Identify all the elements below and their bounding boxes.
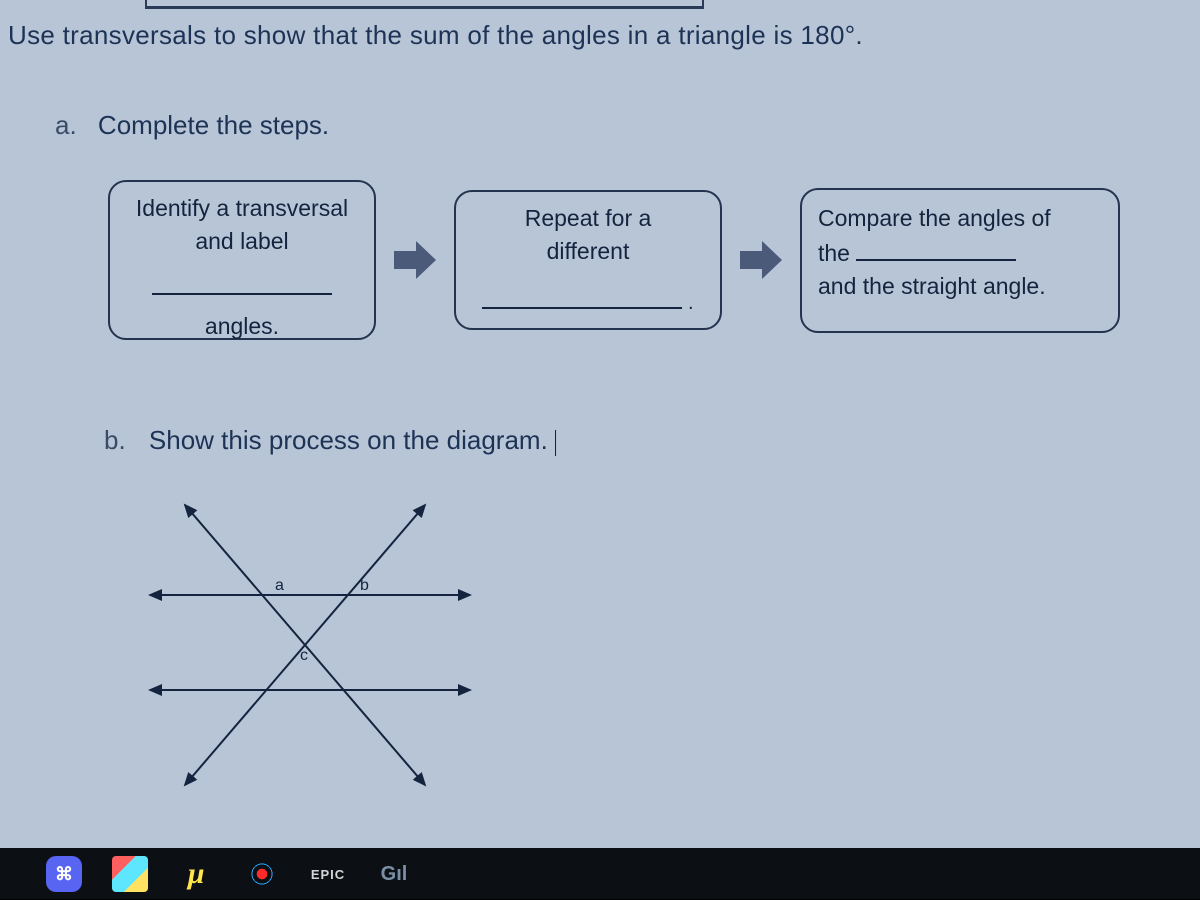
diagram-svg: a b c xyxy=(135,490,495,800)
step-box-1: Identify a transversal and label angles. xyxy=(108,180,376,340)
step3-blank[interactable] xyxy=(856,235,1016,261)
step3-line2: the xyxy=(818,235,1102,270)
diagram-label-c: c xyxy=(300,647,308,664)
header-rule-fragment xyxy=(145,0,704,9)
taskbar-app-gil-icon[interactable]: Gıl xyxy=(376,856,412,892)
step1-blank-line[interactable] xyxy=(124,269,360,304)
worksheet-page: Use transversals to show that the sum of… xyxy=(0,0,1200,900)
discord-glyph: ⌘ xyxy=(55,864,73,885)
step-box-3: Compare the angles of the and the straig… xyxy=(800,188,1120,333)
step2-line1: Repeat for a xyxy=(470,202,706,235)
step1-line1: Identify a transversal xyxy=(124,192,360,225)
taskbar-app-snip-icon[interactable] xyxy=(112,856,148,892)
os-taskbar[interactable]: ⌘ µ EPIC Gıl xyxy=(0,848,1200,900)
text-cursor-icon: ︳ xyxy=(555,424,581,461)
step3-line3: and the straight angle. xyxy=(818,270,1102,303)
transversal-diagram[interactable]: a b c xyxy=(135,490,495,800)
step3-line1: Compare the angles of xyxy=(818,202,1102,235)
steps-row: Identify a transversal and label angles.… xyxy=(108,180,1120,340)
step3-the: the xyxy=(818,240,850,266)
part-b-prompt: b. Show this process on the diagram. ︳ xyxy=(104,420,581,457)
taskbar-app-mu-icon[interactable]: µ xyxy=(178,856,214,892)
diagram-label-a: a xyxy=(275,577,284,594)
step1-line3: angles. xyxy=(124,310,360,343)
mu-glyph: µ xyxy=(187,857,204,891)
arrow-icon xyxy=(394,241,436,279)
taskbar-app-discord-icon[interactable]: ⌘ xyxy=(46,856,82,892)
disc-glyph xyxy=(245,857,279,891)
spacer xyxy=(124,259,360,269)
part-a-letter: a. xyxy=(55,110,77,140)
part-b-text: Show this process on the diagram. xyxy=(149,425,548,455)
step2-blank-line[interactable]: . xyxy=(470,283,706,318)
epic-label: EPIC xyxy=(311,867,345,882)
arrow-icon xyxy=(740,241,782,279)
part-a-prompt: a. Complete the steps. xyxy=(55,110,329,141)
step2-line2: different xyxy=(470,235,706,268)
taskbar-app-disc-icon[interactable] xyxy=(244,856,280,892)
gil-label: Gıl xyxy=(381,863,408,886)
question-intro: Use transversals to show that the sum of… xyxy=(8,20,863,51)
step-box-2: Repeat for a different . xyxy=(454,190,722,330)
spacer xyxy=(470,269,706,283)
part-b-letter: b. xyxy=(104,425,126,455)
diagram-label-b: b xyxy=(360,577,369,594)
taskbar-app-epic-icon[interactable]: EPIC xyxy=(310,856,346,892)
step1-line2: and label xyxy=(124,225,360,258)
part-a-text: Complete the steps. xyxy=(98,110,329,140)
